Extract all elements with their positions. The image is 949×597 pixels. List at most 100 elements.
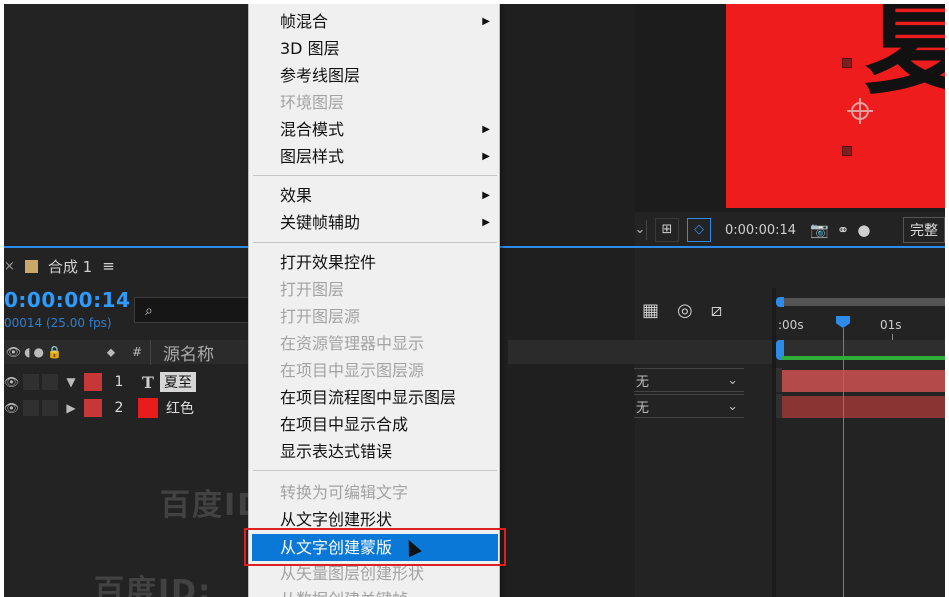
- menu-item-label: 转换为可编辑文字: [280, 483, 409, 502]
- menu-item-label: 图层样式: [280, 147, 345, 166]
- menu-item[interactable]: 关键帧辅助 ▶: [252, 209, 498, 236]
- viewer-time[interactable]: 0:00:00:14: [719, 223, 802, 238]
- grid-guides-icon[interactable]: ⊞: [655, 218, 679, 242]
- menu-item-label: 在资源管理器中显示: [280, 334, 425, 353]
- composition-canvas[interactable]: 夏: [726, 4, 945, 208]
- composition-color-icon: [24, 259, 38, 273]
- layer-label-color[interactable]: [84, 373, 102, 391]
- mode-dropdown[interactable]: 无 ⌄: [634, 394, 744, 418]
- menu-item-label: 环境图层: [280, 93, 345, 112]
- time-navigator[interactable]: [776, 340, 945, 356]
- eye-icon[interactable]: 👁: [4, 401, 20, 415]
- solo-switch[interactable]: [42, 400, 58, 416]
- current-time-line: [843, 328, 844, 597]
- source-name-header[interactable]: 源名称: [150, 339, 214, 365]
- menu-item[interactable]: 在项目流程图中显示图层: [252, 384, 498, 411]
- layer-row[interactable]: 👁 ▶ 2 红色: [4, 396, 250, 420]
- menu-item-label: 从文字创建蒙版: [280, 538, 393, 557]
- tab-title[interactable]: 合成 1: [48, 256, 92, 277]
- layer-context-menu: 帧混合 ▶ 3D 图层 参考线图层 环境图层 混合模式 ▶ 图层样式 ▶ 效果 ▶ 关键帧辅助 ▶ 打开效…: [248, 4, 500, 597]
- show-snapshot-icon[interactable]: ⚭: [837, 221, 850, 239]
- solid-swatch-icon: [138, 398, 158, 418]
- audio-switch[interactable]: [23, 374, 39, 390]
- layer-name[interactable]: 夏至: [160, 372, 196, 392]
- layer-number-header[interactable]: #: [124, 345, 150, 359]
- menu-item-label: 从矢量图层创建形状: [280, 564, 425, 583]
- submenu-arrow-icon: ▶: [482, 124, 490, 135]
- menu-item[interactable]: 参考线图层: [252, 62, 498, 89]
- layer-column-header: 👁◖●🔒 ⬥ # 源名称: [4, 339, 250, 365]
- snapshot-camera-icon[interactable]: 📷: [810, 221, 829, 239]
- watermark: 百度ID:: [94, 574, 213, 597]
- menu-item: 打开图层源: [252, 303, 498, 330]
- menu-item[interactable]: 效果 ▶: [252, 182, 498, 209]
- graph-editor-icon[interactable]: ⧄: [711, 300, 722, 321]
- timeline-tab[interactable]: × 合成 1 ≡: [4, 254, 115, 278]
- eye-icon[interactable]: 👁: [4, 375, 20, 389]
- menu-item: 在项目中显示图层源: [252, 357, 498, 384]
- ruler-label: :00s: [778, 318, 804, 332]
- layer-row[interactable]: 👁 ▼ 1 T 夏至: [4, 370, 250, 394]
- label-column-icon[interactable]: ⬥: [98, 345, 124, 360]
- menu-separator: [253, 175, 497, 176]
- menu-item-label: 3D 图层: [280, 39, 340, 58]
- color-channels-icon[interactable]: ●: [857, 221, 870, 239]
- submenu-arrow-icon: ▶: [482, 151, 490, 162]
- menu-item-label: 打开图层: [280, 280, 345, 299]
- av-switch-icons[interactable]: 👁◖●🔒: [4, 345, 98, 359]
- menu-item-label: 打开图层源: [280, 307, 361, 326]
- menu-separator: [253, 470, 497, 471]
- layer-duration-bar[interactable]: [782, 396, 945, 418]
- menu-item[interactable]: 从文字创建蒙版: [252, 534, 498, 561]
- transform-handle[interactable]: [842, 146, 852, 156]
- menu-item[interactable]: 3D 图层: [252, 35, 498, 62]
- text-layer-icon: T: [142, 372, 154, 392]
- close-tab-icon[interactable]: ×: [4, 259, 15, 274]
- work-area-start-handle[interactable]: [776, 297, 784, 307]
- menu-item-label: 参考线图层: [280, 66, 361, 85]
- composition-viewer[interactable]: 夏: [634, 4, 945, 212]
- resolution-dropdown[interactable]: 完整: [903, 217, 945, 243]
- menu-item[interactable]: 显示表达式错误: [252, 438, 498, 465]
- panel-menu-icon[interactable]: ≡: [102, 257, 115, 275]
- menu-item[interactable]: 图层样式 ▶: [252, 143, 498, 170]
- mode-value: 无: [636, 400, 650, 416]
- menu-item-label: 在项目中显示合成: [280, 415, 409, 434]
- switches-header: [508, 340, 774, 364]
- menu-item[interactable]: 帧混合 ▶: [252, 8, 498, 35]
- work-area-bar[interactable]: [782, 298, 945, 306]
- magnification-dropdown[interactable]: ⌄: [634, 220, 647, 240]
- chevron-down-icon: ⌄: [727, 398, 738, 414]
- layer-label-color[interactable]: [84, 399, 102, 417]
- layer-name[interactable]: 红色: [162, 398, 198, 418]
- layer-duration-bar[interactable]: [782, 370, 945, 392]
- menu-item-label: 从文字创建形状: [280, 510, 393, 529]
- layer-number: 1: [114, 374, 124, 390]
- menu-item[interactable]: 在项目中显示合成: [252, 411, 498, 438]
- timeline-tools: ▦ ◎ ⧄: [642, 300, 722, 321]
- menu-item[interactable]: 混合模式 ▶: [252, 116, 498, 143]
- twirl-down-icon[interactable]: ▼: [58, 375, 84, 389]
- canvas-text-layer[interactable]: 夏: [864, 4, 945, 102]
- frame-count: 00014 (25.00 fps): [4, 316, 112, 330]
- menu-item-label: 显示表达式错误: [280, 442, 393, 461]
- menu-item[interactable]: 从文字创建形状: [252, 506, 498, 533]
- anchor-point-icon[interactable]: [847, 98, 873, 124]
- chevron-down-icon: ⌄: [727, 372, 738, 388]
- menu-item: 转换为可编辑文字: [252, 479, 498, 506]
- frame-blending-icon[interactable]: ▦: [642, 300, 659, 321]
- mode-dropdown[interactable]: 无 ⌄: [634, 368, 744, 392]
- current-timecode[interactable]: 0:00:00:14: [4, 288, 130, 312]
- solo-switch[interactable]: [42, 374, 58, 390]
- menu-item-label: 效果: [280, 186, 313, 205]
- layer-search-input[interactable]: ⌕: [134, 297, 250, 323]
- mask-visibility-icon[interactable]: ◇: [687, 218, 711, 242]
- after-effects-window: 夏 ⌄ ⊞ ◇ 0:00:00:14 📷 ⚭ ● 完整 × 合成 1 ≡ 0:0…: [4, 4, 945, 597]
- menu-separator: [253, 242, 497, 243]
- audio-switch[interactable]: [23, 400, 39, 416]
- transform-handle[interactable]: [842, 58, 852, 68]
- layer-number: 2: [114, 400, 124, 416]
- motion-blur-icon[interactable]: ◎: [677, 300, 693, 321]
- menu-item[interactable]: 打开效果控件: [252, 249, 498, 276]
- twirl-right-icon[interactable]: ▶: [58, 401, 84, 415]
